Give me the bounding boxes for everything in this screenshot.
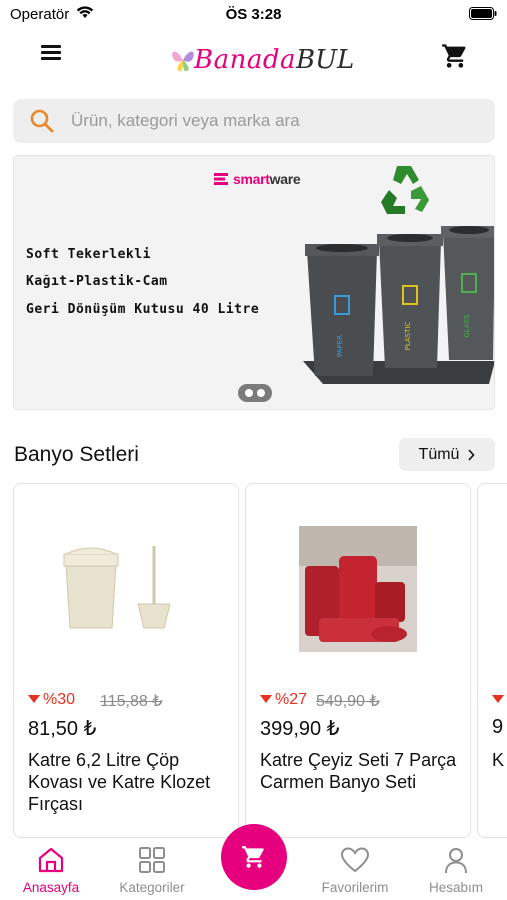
banner-brand-pink: smart: [233, 171, 270, 187]
section-title: Banyo Setleri: [14, 443, 139, 466]
old-price: 549,90 ₺: [316, 693, 380, 710]
down-arrow-icon: [492, 695, 504, 703]
hamburger-icon: [41, 45, 61, 48]
tab-home[interactable]: Anasayfa: [3, 846, 99, 895]
cart-icon: [442, 44, 466, 68]
red-bathroom-set-image: [299, 526, 417, 652]
promo-banner[interactable]: smartware Soft Tekerlekli Kağıt-Plastik-…: [13, 155, 495, 410]
banner-text-line-1: Soft Tekerlekli: [26, 247, 151, 262]
home-icon: [38, 847, 64, 873]
page-dot: [245, 389, 253, 397]
status-bar: Operatör ÖS 3:28: [0, 0, 507, 28]
discount-badge: [492, 691, 507, 709]
price: 9: [492, 716, 504, 738]
glass-bin: GLASS: [441, 226, 494, 360]
user-icon: [445, 848, 467, 874]
floating-cart-button[interactable]: [221, 824, 287, 890]
cart-icon: [242, 846, 264, 868]
search-input[interactable]: [71, 99, 481, 143]
plastic-bin: PLASTIC: [377, 234, 443, 368]
logo-script-text: Banada: [194, 45, 296, 75]
tab-account[interactable]: Hesabım: [408, 846, 504, 895]
smartware-logo-icon: [214, 173, 228, 185]
search-bar[interactable]: [13, 99, 495, 143]
product-card[interactable]: %27 549,90 ₺ 399,90 ₺ Katre Çeyiz Seti 7…: [245, 483, 471, 838]
trash-bin-and-brush-image: [63, 546, 171, 629]
discount-badge: %27: [260, 691, 307, 709]
butterfly-logo-icon: [172, 51, 194, 72]
banner-page-indicator[interactable]: [238, 384, 272, 402]
down-arrow-icon: [260, 695, 272, 703]
product-image: [246, 514, 470, 664]
price: 399,90 ₺: [260, 718, 340, 740]
price: 81,50 ₺: [28, 718, 97, 740]
tab-account-label: Hesabım: [428, 880, 484, 895]
page-dot: [257, 389, 265, 397]
banner-brand-logo: smartware: [214, 171, 301, 187]
paper-bin: PAPER: [305, 244, 379, 376]
recycling-bins-image: PAPER PLASTIC GLASS: [303, 166, 494, 384]
search-icon: [29, 108, 55, 139]
svg-text:GLASS: GLASS: [463, 314, 471, 338]
banner-brand-dark: ware: [269, 171, 301, 187]
tab-home-label: Anasayfa: [22, 880, 80, 895]
clock: ÖS 3:28: [225, 6, 282, 23]
svg-text:PLASTIC: PLASTIC: [404, 322, 412, 351]
discount-badge: %30: [28, 691, 75, 709]
logo-bold-text: BUL: [296, 45, 355, 75]
product-name: Katre 6,2 Litre Çöp Kovası ve Katre Kloz…: [28, 750, 211, 814]
chevron-right-icon: [468, 448, 476, 461]
app-logo[interactable]: Banada BUL: [170, 40, 354, 80]
heart-icon: [340, 847, 370, 873]
product-carousel[interactable]: %30 115,88 ₺ 81,50 ₺ Katre 6,2 Litre Çöp…: [0, 483, 507, 838]
tab-categories-label: Kategoriler: [119, 880, 185, 895]
see-all-button[interactable]: Tümü: [399, 438, 495, 471]
cart-button[interactable]: [440, 42, 472, 72]
svg-text:PAPER: PAPER: [336, 335, 344, 357]
battery-icon: [469, 7, 497, 25]
product-name: Katre Çeyiz Seti 7 Parça Carmen Banyo Se…: [260, 750, 457, 792]
tab-favorites-label: Favorilerim: [321, 880, 389, 895]
old-price: 115,88 ₺: [100, 693, 163, 710]
tab-favorites[interactable]: Favorilerim: [307, 846, 403, 895]
product-image: [14, 514, 238, 664]
grid-icon: [139, 847, 165, 873]
banner-text-line-3: Geri Dönüşüm Kutusu 40 Litre: [26, 302, 260, 317]
product-name: K K F: [492, 750, 507, 770]
product-card[interactable]: 9 K K F: [477, 483, 507, 838]
product-card[interactable]: %30 115,88 ₺ 81,50 ₺ Katre 6,2 Litre Çöp…: [13, 483, 239, 838]
recycle-icon: [381, 166, 429, 214]
see-all-label: Tümü: [418, 445, 460, 463]
tab-categories[interactable]: Kategoriler: [104, 846, 200, 895]
app-header: Banada BUL: [0, 30, 507, 90]
down-arrow-icon: [28, 695, 40, 703]
menu-button[interactable]: [36, 42, 66, 72]
banner-text-line-2: Kağıt-Plastik-Cam: [26, 274, 168, 289]
